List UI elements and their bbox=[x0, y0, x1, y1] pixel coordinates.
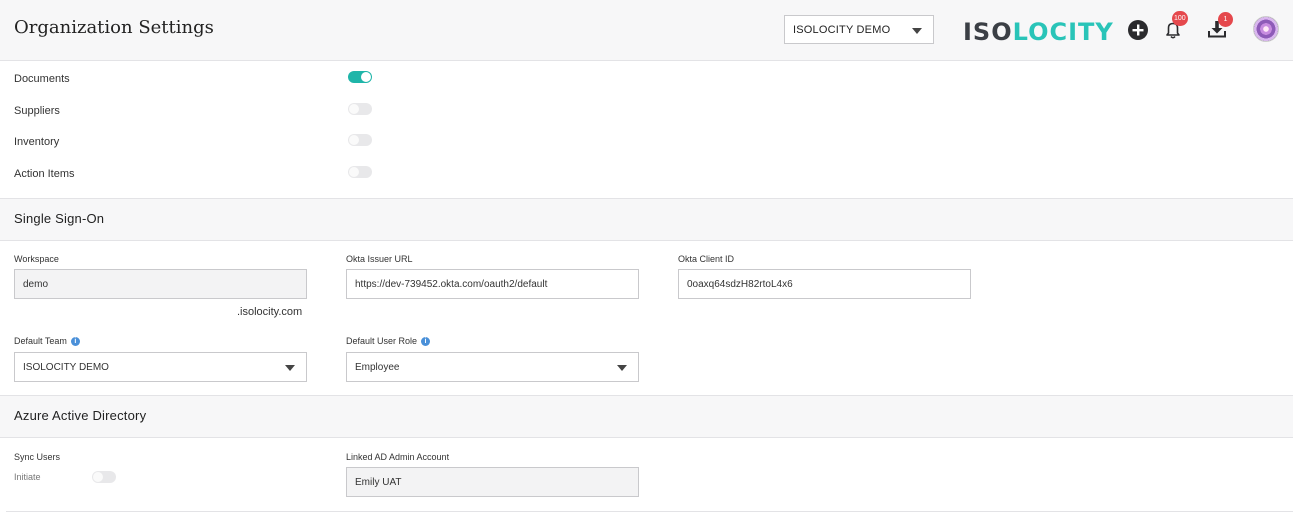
linked-ad-admin-label: Linked AD Admin Account bbox=[346, 452, 450, 462]
initiate-label: Initiate bbox=[14, 472, 41, 482]
chevron-down-icon bbox=[912, 28, 922, 34]
module-label-inventory: Inventory bbox=[14, 136, 60, 148]
okta-issuer-url-value: https://dev-739452.okta.com/oauth2/defau… bbox=[355, 279, 548, 290]
suppliers-toggle[interactable] bbox=[348, 103, 372, 115]
info-icon[interactable]: i bbox=[70, 337, 80, 347]
linked-ad-admin-value: Emily UAT bbox=[355, 477, 402, 488]
sso-section-header: Single Sign-On bbox=[0, 198, 1293, 241]
default-team-label: Default Team i bbox=[14, 336, 80, 347]
azure-section-header: Azure Active Directory bbox=[0, 395, 1293, 438]
module-label-suppliers: Suppliers bbox=[14, 105, 60, 117]
info-icon[interactable]: i bbox=[421, 337, 431, 347]
organization-select-value: ISOLOCITY DEMO bbox=[793, 24, 891, 36]
default-user-role-label: Default User Role i bbox=[346, 336, 431, 347]
azure-section-title: Azure Active Directory bbox=[14, 408, 147, 423]
page-header: Organization Settings ISOLOCITY DEMO ISO… bbox=[0, 0, 1293, 61]
action-items-toggle[interactable] bbox=[348, 166, 372, 178]
okta-client-id-label: Okta Client ID bbox=[678, 254, 735, 264]
chevron-down-icon bbox=[285, 365, 295, 371]
okta-issuer-url-field[interactable]: https://dev-739452.okta.com/oauth2/defau… bbox=[346, 269, 639, 299]
organization-select[interactable]: ISOLOCITY DEMO bbox=[784, 15, 934, 44]
okta-client-id-field[interactable]: 0oaxq64sdzH82rtoL4x6 bbox=[678, 269, 971, 299]
workspace-domain-suffix: .isolocity.com bbox=[237, 306, 303, 318]
default-team-value: ISOLOCITY DEMO bbox=[23, 362, 109, 373]
isolocity-logo: ISOLOCITY bbox=[963, 18, 1114, 46]
initiate-sync-toggle[interactable] bbox=[92, 471, 116, 483]
linked-ad-admin-field[interactable]: Emily UAT bbox=[346, 467, 639, 497]
okta-client-id-value: 0oaxq64sdzH82rtoL4x6 bbox=[687, 279, 793, 290]
sync-users-label: Sync Users bbox=[14, 452, 61, 462]
default-user-role-select[interactable]: Employee bbox=[346, 352, 639, 382]
avatar[interactable] bbox=[1253, 16, 1279, 42]
documents-toggle[interactable] bbox=[348, 71, 372, 83]
module-label-documents: Documents bbox=[14, 73, 70, 85]
section-divider bbox=[6, 511, 1293, 512]
default-team-select[interactable]: ISOLOCITY DEMO bbox=[14, 352, 307, 382]
workspace-field[interactable]: demo bbox=[14, 269, 307, 299]
chevron-down-icon bbox=[617, 365, 627, 371]
okta-issuer-label: Okta Issuer URL bbox=[346, 254, 413, 264]
default-user-role-value: Employee bbox=[355, 362, 400, 373]
notification-badge: 100 bbox=[1172, 11, 1188, 26]
module-label-action-items: Action Items bbox=[14, 168, 75, 180]
workspace-value: demo bbox=[23, 279, 49, 290]
sso-section-title: Single Sign-On bbox=[14, 211, 105, 226]
plus-icon[interactable] bbox=[1127, 19, 1149, 41]
download-badge: 1 bbox=[1218, 12, 1233, 27]
page-title: Organization Settings bbox=[14, 17, 214, 38]
workspace-label: Workspace bbox=[14, 254, 59, 264]
inventory-toggle[interactable] bbox=[348, 134, 372, 146]
